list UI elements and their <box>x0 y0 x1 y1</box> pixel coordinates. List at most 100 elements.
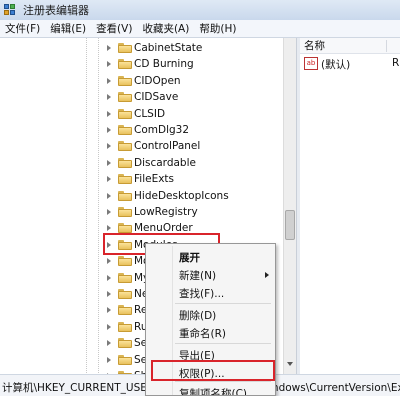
expand-arrow-icon[interactable] <box>107 176 111 183</box>
tree-item[interactable]: HideDesktopIcons <box>0 188 283 204</box>
context-menu-item[interactable]: 新建(N) <box>148 266 275 284</box>
tree-item[interactable]: CabinetState <box>0 40 283 56</box>
expand-arrow-icon[interactable] <box>107 143 111 150</box>
folder-icon <box>118 305 132 316</box>
folder-icon <box>118 354 132 365</box>
tree-item-label: ComDlg32 <box>134 124 190 136</box>
expand-arrow-icon[interactable] <box>107 291 111 297</box>
folder-icon <box>118 157 132 168</box>
folder-icon <box>118 223 132 234</box>
tree-item[interactable]: CLSID <box>0 106 283 122</box>
menu-item-label: 展开 <box>179 251 200 264</box>
column-name-header[interactable]: 名称 <box>304 38 325 53</box>
expand-arrow-icon[interactable] <box>107 340 111 347</box>
menu-item-label: 新建(N) <box>179 269 217 282</box>
folder-icon <box>118 108 132 119</box>
tree-scrollbar[interactable] <box>283 38 296 374</box>
registry-editor-icon <box>4 4 18 16</box>
folder-icon <box>118 141 132 152</box>
folder-icon <box>118 256 132 267</box>
expand-arrow-icon[interactable] <box>107 127 111 133</box>
folder-icon <box>118 43 132 53</box>
menu-item-label: 复制项名称(C) <box>179 387 248 396</box>
folder-icon <box>118 75 132 86</box>
expand-arrow-icon[interactable] <box>107 274 111 281</box>
value-row[interactable]: ab (默认) R <box>300 56 400 72</box>
expand-arrow-icon[interactable] <box>107 323 111 330</box>
tree-guide-line <box>98 38 99 374</box>
folder-icon <box>118 125 132 135</box>
menu-help[interactable]: 帮助(H) <box>194 21 241 36</box>
menu-separator <box>175 343 271 344</box>
folder-icon <box>118 92 132 103</box>
menu-separator <box>175 303 271 304</box>
folder-icon <box>118 190 132 201</box>
folder-icon <box>118 338 132 349</box>
expand-arrow-icon[interactable] <box>107 258 111 265</box>
tree-item-label: CLSID <box>134 107 166 120</box>
folder-icon <box>118 272 132 283</box>
menu-item-label: 重命名(R) <box>179 327 226 340</box>
menu-view[interactable]: 查看(V) <box>91 21 137 36</box>
window-title: 注册表编辑器 <box>23 4 89 17</box>
expand-arrow-icon[interactable] <box>107 45 111 51</box>
menu-item-label: 删除(D) <box>179 309 217 322</box>
permissions-highlight <box>151 360 275 381</box>
values-list[interactable]: 名称 ab (默认) R <box>300 38 400 374</box>
tree-item[interactable]: CIDSave <box>0 89 283 105</box>
expand-arrow-icon[interactable] <box>107 209 111 215</box>
tree-item[interactable]: CIDOpen <box>0 73 283 89</box>
folder-icon <box>118 59 132 70</box>
expand-arrow-icon[interactable] <box>107 110 111 117</box>
context-menu-item[interactable]: 展开 <box>148 248 275 266</box>
tree-item-label: CIDSave <box>134 91 179 104</box>
tree-item[interactable]: CD Burning <box>0 56 283 72</box>
menu-edit[interactable]: 编辑(E) <box>45 21 91 36</box>
tree-item-label: ControlPanel <box>134 140 201 153</box>
context-menu-item[interactable]: 重命名(R) <box>148 324 275 342</box>
folder-icon <box>118 207 132 217</box>
context-menu-item[interactable]: 复制项名称(C) <box>148 384 275 396</box>
scroll-down-icon[interactable] <box>287 362 293 366</box>
menu-item-label: 查找(F)... <box>179 287 225 300</box>
expand-arrow-icon[interactable] <box>107 192 111 199</box>
tree-item-label: CD Burning <box>134 58 194 71</box>
scrollbar-thumb[interactable] <box>285 210 295 240</box>
expand-arrow-icon[interactable] <box>107 225 111 232</box>
string-value-icon: ab <box>304 57 318 70</box>
tree-item-label: CIDOpen <box>134 74 181 87</box>
tree-item-label: HideDesktopIcons <box>134 189 229 202</box>
folder-icon <box>118 174 132 185</box>
tree-item-label: FileExts <box>134 173 175 186</box>
expand-arrow-icon[interactable] <box>107 307 111 314</box>
folder-icon <box>118 321 132 332</box>
context-menu: 展开 新建(N) 查找(F)... 删除(D) 重命名(R) 导出(E) 权限(P)... 复… <box>145 243 276 396</box>
submenu-arrow-icon <box>265 272 269 278</box>
menu-favorites[interactable]: 收藏夹(A) <box>137 21 194 36</box>
expand-arrow-icon[interactable] <box>107 94 111 101</box>
context-menu-item[interactable]: 删除(D) <box>148 306 275 324</box>
tree-item[interactable]: FileExts <box>0 171 283 187</box>
tree-item-label: CabinetState <box>134 42 203 54</box>
column-separator[interactable] <box>386 40 387 52</box>
tree-item-label: Discardable <box>134 156 196 169</box>
tree-item[interactable]: ControlPanel <box>0 138 283 154</box>
menu-bar: 文件(F) 编辑(E) 查看(V) 收藏夹(A) 帮助(H) <box>0 20 400 38</box>
context-menu-item[interactable]: 查找(F)... <box>148 284 275 302</box>
expand-arrow-icon[interactable] <box>107 356 111 363</box>
title-bar: 注册表编辑器 <box>0 0 400 20</box>
tree-item-label: LowRegistry <box>134 206 198 218</box>
expand-arrow-icon[interactable] <box>107 159 111 166</box>
tree-item[interactable]: LowRegistry <box>0 204 283 220</box>
folder-icon <box>118 289 132 299</box>
value-type: R <box>392 57 400 69</box>
expand-arrow-icon[interactable] <box>107 77 111 84</box>
expand-arrow-icon[interactable] <box>107 61 111 68</box>
tree-item[interactable]: ComDlg32 <box>0 122 283 138</box>
value-name: (默认) <box>321 59 351 71</box>
menu-file[interactable]: 文件(F) <box>0 21 45 36</box>
tree-guide-line <box>86 38 87 374</box>
tree-item[interactable]: Discardable <box>0 155 283 171</box>
column-header: 名称 <box>300 38 400 54</box>
menu-separator <box>175 381 271 382</box>
